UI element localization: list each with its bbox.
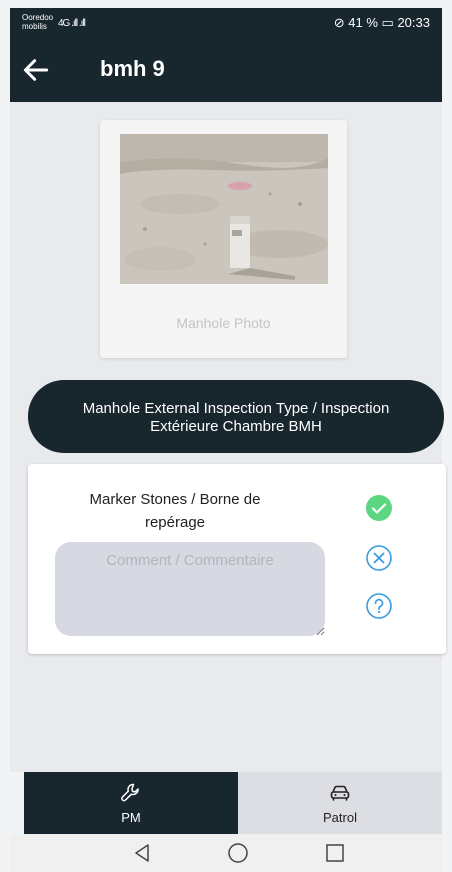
inspection-type-button[interactable]: Manhole External Inspection Type / Inspe…	[28, 380, 444, 453]
nav-tab-pm[interactable]: PM	[24, 772, 238, 834]
comment-input[interactable]	[55, 542, 325, 636]
photo-label: Manhole Photo	[176, 315, 271, 331]
carrier-name: Ooredoo mobilis	[22, 13, 54, 31]
status-bar: Ooredoo mobilis 4G .ıll .ıll ⊘ 41 % ▭ 20…	[10, 8, 442, 38]
battery-icon: ▭	[381, 15, 398, 30]
circle-home-icon[interactable]	[226, 841, 250, 865]
question-circle-icon[interactable]	[365, 592, 393, 620]
car-icon	[330, 785, 350, 801]
signal-icon: 4G .ıll .ıll	[58, 18, 86, 29]
mute-icon: ⊘	[333, 15, 349, 30]
status-right: ⊘ 41 % ▭ 20:33	[334, 15, 430, 31]
bottom-nav: PM Patrol	[10, 772, 442, 834]
nav-tab-patrol[interactable]: Patrol	[238, 772, 442, 834]
back-arrow-icon[interactable]	[20, 54, 52, 86]
x-circle-icon[interactable]	[365, 544, 393, 572]
page-title: bmh 9	[100, 56, 165, 81]
check-circle-icon[interactable]	[365, 494, 393, 522]
manhole-photo-card[interactable]: Manhole Photo	[100, 120, 347, 358]
main-content: Manhole Photo Manhole External Inspectio…	[10, 102, 446, 772]
triangle-back-icon[interactable]	[130, 841, 154, 865]
manhole-photo	[120, 134, 328, 284]
nav-label-pm: PM	[121, 810, 141, 825]
battery-level: 41 %	[348, 15, 378, 30]
wrench-icon	[121, 783, 139, 802]
inspection-item-card: Marker Stones / Borne de repérage	[28, 464, 446, 654]
app-bar: bmh 9	[10, 38, 442, 102]
square-recent-icon[interactable]	[323, 841, 347, 865]
nav-label-patrol: Patrol	[323, 810, 357, 825]
clock: 20:33	[397, 15, 430, 30]
item-title: Marker Stones / Borne de repérage	[89, 491, 261, 531]
system-nav-bar	[10, 834, 442, 872]
